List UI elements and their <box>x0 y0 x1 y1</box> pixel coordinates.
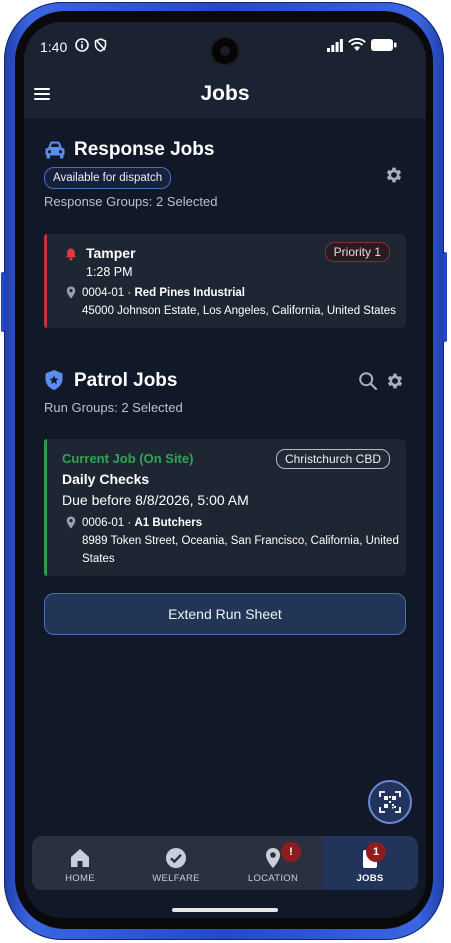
car-icon <box>45 141 65 159</box>
front-camera <box>210 36 240 66</box>
nav-welfare-label: WELFARE <box>152 873 200 884</box>
response-groups-text[interactable]: Response Groups: 2 Selected <box>44 194 217 209</box>
area-badge: Christchurch CBD <box>275 449 390 469</box>
page-title: Jobs <box>200 82 250 105</box>
search-icon[interactable] <box>358 371 378 391</box>
run-groups-text[interactable]: Run Groups: 2 Selected <box>44 400 183 415</box>
priority-badge: Priority 1 <box>324 242 390 262</box>
nav-home-label: HOME <box>65 873 95 884</box>
side-button <box>443 252 447 342</box>
status-indicator-bar <box>44 439 47 576</box>
home-indicator <box>172 908 278 912</box>
nav-location-label: LOCATION <box>247 873 299 884</box>
nav-home[interactable]: HOME <box>32 836 128 890</box>
patrol-job-card[interactable]: Current Job (On Site) Christchurch CBD D… <box>44 439 406 576</box>
priority-indicator-bar <box>44 234 47 328</box>
signal-icon <box>327 39 343 52</box>
bottom-navigation: HOME WELFARE ! LOCATION 1 JOBS <box>32 836 418 890</box>
check-circle-icon <box>166 848 186 868</box>
nav-location[interactable]: ! LOCATION <box>225 836 321 890</box>
site-address: 45000 Johnson Estate, Los Angeles, Calif… <box>82 305 396 317</box>
side-button <box>1 272 5 332</box>
shield-star-icon <box>45 370 63 390</box>
site-address-line1: 8989 Token Street, Oceania, San Francisc… <box>82 535 399 547</box>
job-due: Due before 8/8/2026, 5:00 AM <box>62 492 249 508</box>
status-time: 1:40 <box>40 39 68 55</box>
dispatch-status-chip[interactable]: Available for dispatch <box>44 167 172 189</box>
location-pin-icon <box>66 516 76 529</box>
site-name: Red Pines Industrial <box>134 287 245 299</box>
job-name: Daily Checks <box>62 471 150 487</box>
patrol-settings-gear-icon[interactable] <box>385 371 405 391</box>
nav-jobs[interactable]: 1 JOBS <box>322 836 418 890</box>
extend-run-sheet-button[interactable]: Extend Run Sheet <box>44 593 406 635</box>
site-address-line2: States <box>82 553 115 565</box>
jobs-count-badge: 1 <box>366 842 386 862</box>
patrol-jobs-title: Patrol Jobs <box>74 370 178 391</box>
app-screen: 1:40 Jobs Response Jobs Available for di… <box>24 22 426 918</box>
info-icon <box>75 38 89 52</box>
response-jobs-title: Response Jobs <box>74 139 215 160</box>
site-code: 0004-01 · <box>82 287 135 299</box>
location-pin-icon <box>66 286 76 299</box>
home-icon <box>71 849 89 867</box>
app-bar: Jobs <box>24 70 426 118</box>
job-name: Tamper <box>86 245 136 261</box>
site-line: 0006-01 · A1 Butchers <box>82 517 202 529</box>
battery-icon <box>371 39 397 51</box>
qr-scan-button[interactable] <box>368 780 412 824</box>
nav-jobs-label: JOBS <box>356 873 384 884</box>
shield-off-icon <box>94 38 107 52</box>
response-job-card[interactable]: Tamper Priority 1 1:28 PM 0004-01 · Red … <box>44 234 406 328</box>
nav-welfare[interactable]: WELFARE <box>128 836 224 890</box>
wifi-icon <box>348 38 366 51</box>
status-bar: 1:40 <box>24 22 426 70</box>
current-job-status: Current Job (On Site) <box>62 451 194 466</box>
job-time: 1:28 PM <box>86 265 133 279</box>
response-settings-gear-icon[interactable] <box>384 165 404 185</box>
site-code: 0006-01 · <box>82 517 135 529</box>
site-line: 0004-01 · Red Pines Industrial <box>82 287 245 299</box>
qr-code-icon <box>379 791 401 813</box>
bell-icon <box>65 248 77 261</box>
location-alert-badge: ! <box>281 842 301 862</box>
site-name: A1 Butchers <box>134 517 203 529</box>
